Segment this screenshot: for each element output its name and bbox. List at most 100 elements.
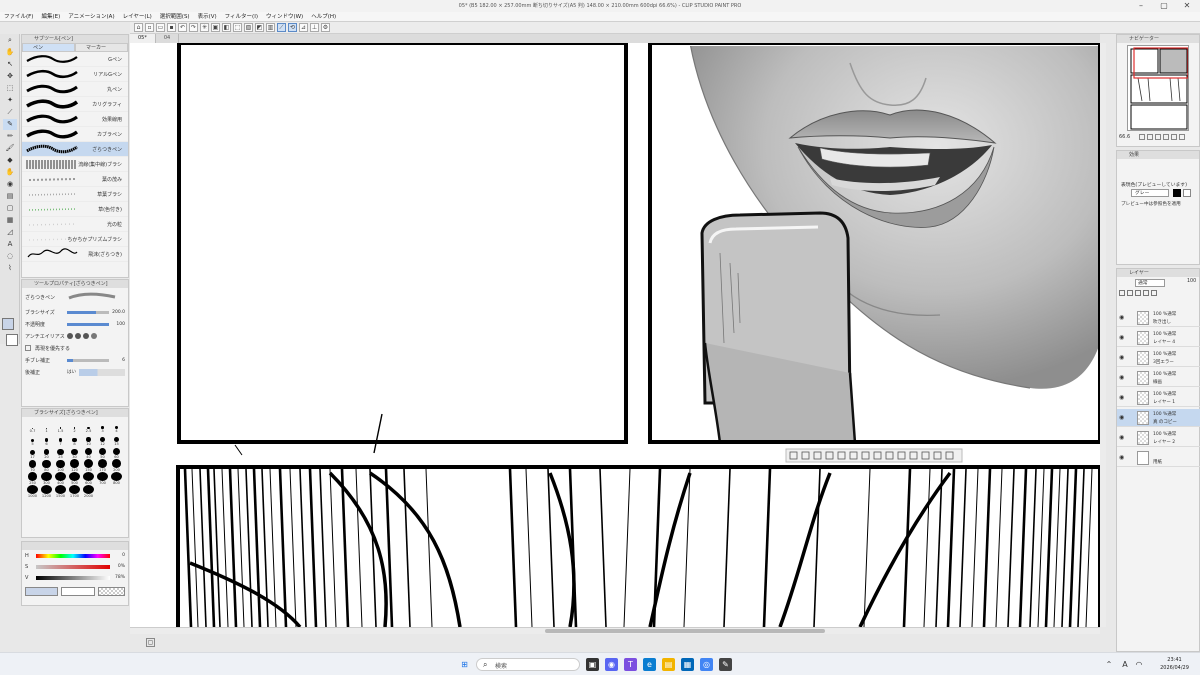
brush-size-preset[interactable]: 40 xyxy=(82,446,95,459)
brush-size-value[interactable]: 200.0 xyxy=(109,310,125,315)
brush-size-preset[interactable]: 4 xyxy=(110,420,123,433)
save-icon[interactable]: ▪ xyxy=(167,23,176,32)
task-view-icon[interactable]: ▣ xyxy=(586,658,599,671)
windows-start-icon[interactable]: ⊞ xyxy=(458,658,471,671)
navigator-zoom[interactable]: 66.6 xyxy=(1119,134,1130,140)
visibility-eye-icon[interactable]: ◉ xyxy=(1119,434,1124,441)
main-color-chip[interactable] xyxy=(25,587,59,596)
brush-item[interactable]: カブラペン xyxy=(22,127,128,142)
brush-item[interactable]: 飛沫(ざらつき) xyxy=(22,247,128,262)
brush-size-preset[interactable]: 17 xyxy=(26,446,39,459)
menu-window[interactable]: ウィンドウ(W) xyxy=(262,12,307,21)
brush-size-preset[interactable]: 1700 xyxy=(68,485,81,498)
tab-04[interactable]: 04 xyxy=(156,34,180,43)
opacity-row[interactable]: 不透明度 100 xyxy=(22,318,128,330)
menu-view[interactable]: 表示(V) xyxy=(194,12,221,21)
rotate-icon[interactable] xyxy=(1171,134,1177,140)
brush-size-preset[interactable]: 12 xyxy=(96,433,109,446)
hue-slider[interactable] xyxy=(36,553,110,558)
antialias-weak-icon[interactable] xyxy=(75,333,81,339)
post-correction-row[interactable]: 後補正 はい xyxy=(22,366,128,378)
brush-size-preset[interactable]: 80 xyxy=(40,459,53,472)
layer-row[interactable]: ◉ 100 %通常 吹き出し xyxy=(1117,309,1200,327)
brush-size-preset[interactable]: 170 xyxy=(96,459,109,472)
post-correction-value[interactable]: はい xyxy=(67,369,76,375)
brush-size-preset[interactable]: 500 xyxy=(68,472,81,485)
brush-size-preset[interactable]: 0.7 xyxy=(26,420,39,433)
snap-icon[interactable]: ▥ xyxy=(266,23,275,32)
snap-grid-icon[interactable]: ⊿ xyxy=(299,23,308,32)
ruler-tool-icon[interactable]: ◿ xyxy=(3,227,17,238)
layer-row[interactable]: ◉ 100 %通常 線画 xyxy=(1117,369,1200,387)
visibility-eye-icon[interactable]: ◉ xyxy=(1119,334,1124,341)
brush-size-preset[interactable]: 1500 xyxy=(54,485,67,498)
display-color-white-chip[interactable] xyxy=(1183,189,1191,197)
brush-size-preset[interactable]: 7 xyxy=(54,433,67,446)
value-row[interactable]: V 78% xyxy=(22,572,128,583)
file-explorer-icon[interactable]: ▤ xyxy=(662,658,675,671)
clip-studio-taskbar-icon[interactable]: ✎ xyxy=(719,658,732,671)
minimize-icon[interactable]: – xyxy=(1130,0,1152,12)
brush-size-preset[interactable]: 300 xyxy=(40,472,53,485)
deselect-icon[interactable]: ▧ xyxy=(244,23,253,32)
eyedropper-icon[interactable]: ⟋ xyxy=(3,107,17,118)
saturation-slider[interactable] xyxy=(36,564,110,569)
snap-special-ruler-icon[interactable]: ⟲ xyxy=(288,23,297,32)
brush-size-preset[interactable]: 70 xyxy=(26,459,39,472)
brush-size-preset[interactable]: 2 xyxy=(68,420,81,433)
opacity-slider[interactable] xyxy=(67,322,109,326)
correct-line-icon[interactable]: ⌇ xyxy=(3,263,17,274)
eraser-icon[interactable]: ◆ xyxy=(3,155,17,166)
undo-icon[interactable]: ↶ xyxy=(178,23,187,32)
brush-size-preset[interactable]: 6 xyxy=(40,433,53,446)
menu-selection[interactable]: 選択範囲(S) xyxy=(156,12,194,21)
snap-ruler-icon[interactable]: ⟋ xyxy=(277,23,286,32)
brush-icon[interactable]: 🖌 xyxy=(3,143,17,154)
brush-size-preset[interactable]: 1200 xyxy=(40,485,53,498)
sub-color-chip[interactable] xyxy=(61,587,95,596)
canvas[interactable] xyxy=(130,43,1100,627)
visibility-eye-icon[interactable]: ◉ xyxy=(1119,374,1124,381)
brush-size-preset[interactable]: 25 xyxy=(54,446,67,459)
saturation-row[interactable]: S 0% xyxy=(22,561,128,572)
brush-size-preset[interactable]: 50 xyxy=(96,446,109,459)
brush-size-preset[interactable]: 5 xyxy=(26,433,39,446)
invert-selection-icon[interactable]: ◩ xyxy=(255,23,264,32)
brush-item[interactable]: 光の粒 xyxy=(22,217,128,232)
brush-item[interactable]: 流線(集中線)ブラシ xyxy=(22,157,128,172)
blend-icon[interactable]: ✋ xyxy=(3,167,17,178)
brush-size-preset[interactable]: 200 xyxy=(110,459,123,472)
brush-item[interactable]: 丸ペン xyxy=(22,82,128,97)
menu-filter[interactable]: フィルター(I) xyxy=(221,12,262,21)
ruler-icon[interactable]: ⊥ xyxy=(310,23,319,32)
store-icon[interactable]: ▦ xyxy=(681,658,694,671)
visibility-eye-icon[interactable]: ◉ xyxy=(1119,454,1124,461)
fill-icon[interactable]: ◧ xyxy=(222,23,231,32)
antialias-none-icon[interactable] xyxy=(67,333,73,339)
visibility-eye-icon[interactable]: ◉ xyxy=(1119,414,1124,421)
maximize-icon[interactable]: ▢ xyxy=(1153,0,1175,12)
redo-icon[interactable]: ↷ xyxy=(189,23,198,32)
menu-animation[interactable]: アニメーション(A) xyxy=(64,12,118,21)
brush-item-selected[interactable]: ざらつきペン xyxy=(22,142,128,157)
brush-size-slider[interactable] xyxy=(67,310,109,314)
display-color-black-chip[interactable] xyxy=(1173,189,1181,197)
move-layer-icon[interactable]: ✥ xyxy=(3,71,17,82)
selection-icon[interactable]: ⬚ xyxy=(3,83,17,94)
chrome-icon[interactable]: ◎ xyxy=(700,658,713,671)
layer-opacity-value[interactable]: 100 xyxy=(1187,279,1196,284)
clear-outside-icon[interactable]: ▣ xyxy=(211,23,220,32)
page-manager-icon[interactable]: ▢ xyxy=(146,638,155,647)
layer-row-selected[interactable]: ◉ 100 %通常真 のコピー xyxy=(1117,409,1200,427)
layer-row[interactable]: ◉ 用紙 xyxy=(1117,449,1200,467)
menu-file[interactable]: ファイル(F) xyxy=(0,12,37,21)
frame-icon[interactable]: ▦ xyxy=(3,215,17,226)
antialias-options[interactable] xyxy=(67,333,97,339)
zoom-in-icon[interactable] xyxy=(1139,134,1145,140)
visibility-eye-icon[interactable]: ◉ xyxy=(1119,314,1124,321)
brush-item[interactable]: 草(色付き) xyxy=(22,202,128,217)
visibility-eye-icon[interactable]: ◉ xyxy=(1119,394,1124,401)
brush-size-preset[interactable]: 150 xyxy=(82,459,95,472)
brush-item[interactable]: 草葉ブラシ xyxy=(22,187,128,202)
open-file-icon[interactable]: ▭ xyxy=(156,23,165,32)
